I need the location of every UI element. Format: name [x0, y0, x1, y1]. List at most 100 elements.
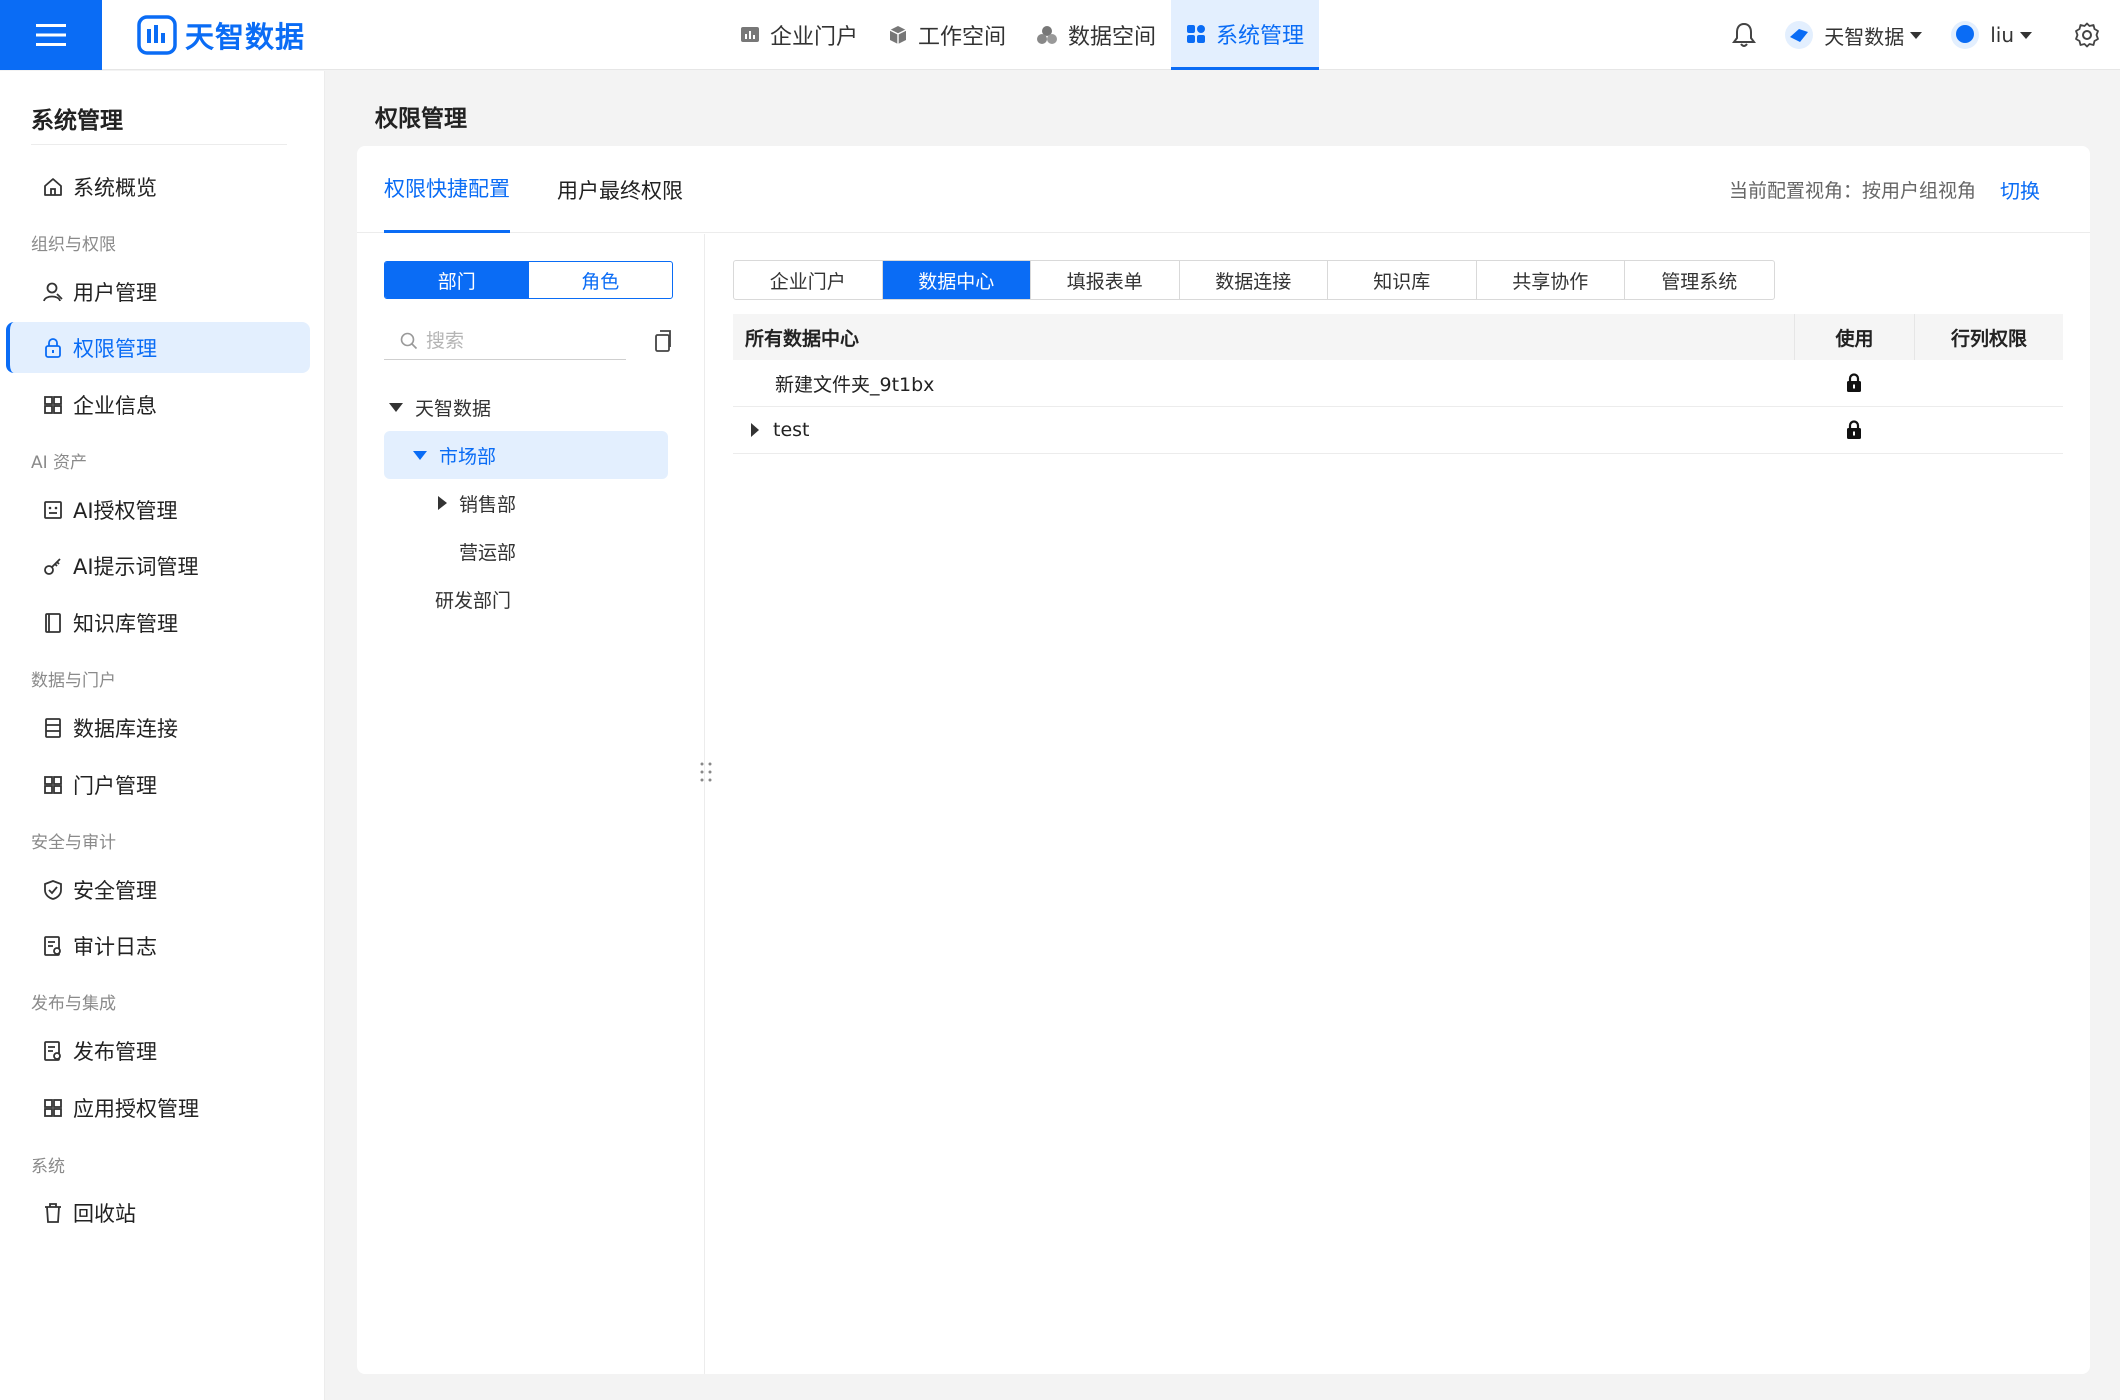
gear-icon[interactable]: [2074, 22, 2100, 48]
cluster-icon: [1037, 26, 1058, 44]
sidebar-divider: [31, 144, 287, 145]
caret-right-icon[interactable]: [751, 423, 759, 437]
sidebar-item-db-connection[interactable]: 数据库连接: [6, 702, 310, 753]
user-menu[interactable]: liu: [1950, 20, 2032, 50]
use-cell[interactable]: [1794, 360, 1914, 406]
nav-enterprise-portal[interactable]: 企业门户: [725, 0, 873, 70]
org-switcher[interactable]: 天智数据: [1784, 20, 1923, 50]
tab-user-final-permissions[interactable]: 用户最终权限: [557, 146, 683, 233]
table-row[interactable]: test: [733, 407, 2063, 454]
nav-label: 工作空间: [918, 25, 1007, 50]
lock-icon: [1847, 420, 1861, 439]
table-row[interactable]: 新建文件夹_9t1bx: [733, 360, 2063, 407]
tree-node-rd[interactable]: 研发部门: [384, 575, 668, 623]
sidebar-item-users[interactable]: 用户管理: [6, 266, 310, 317]
org-avatar-icon: [1785, 21, 1814, 49]
tree-node-label: 天智数据: [415, 397, 492, 420]
tree-node-market[interactable]: 市场部: [384, 431, 668, 479]
sidebar-item-overview[interactable]: 系统概览: [6, 161, 310, 212]
trash-icon: [45, 1202, 61, 1223]
tree-node-label: 销售部: [459, 493, 517, 516]
nav-label: 数据空间: [1068, 25, 1157, 50]
type-tab-portal[interactable]: 企业门户: [734, 261, 883, 299]
sidebar-item-label: 用户管理: [73, 280, 157, 305]
home-icon: [44, 177, 62, 196]
sidebar-item-permissions[interactable]: 权限管理: [6, 322, 310, 373]
sidebar-item-ai-prompts[interactable]: AI提示词管理: [6, 540, 310, 591]
type-tab-collaboration[interactable]: 共享协作: [1477, 261, 1625, 299]
book-icon: [45, 612, 61, 633]
sidebar-item-label: 安全管理: [73, 878, 157, 903]
nav-data-space[interactable]: 数据空间: [1021, 0, 1171, 70]
caret-down-icon: [413, 450, 427, 460]
lock-icon: [45, 337, 61, 358]
sidebar-item-portal[interactable]: 门户管理: [6, 759, 310, 810]
row-name: test: [773, 419, 810, 441]
sidebar-group-label: AI 资产: [31, 453, 88, 473]
tree-node-sales[interactable]: 销售部: [384, 479, 668, 527]
use-cell[interactable]: [1794, 407, 1914, 453]
resource-type-tabs: 企业门户 数据中心 填报表单 数据连接 知识库 共享协作 管理系统: [733, 260, 1775, 300]
permission-card: 权限快捷配置 用户最终权限 当前配置视角：按用户组视角 切换 部门 角色 天智数…: [357, 146, 2090, 1374]
type-tab-forms[interactable]: 填报表单: [1031, 261, 1180, 299]
nav-workspace[interactable]: 工作空间: [873, 0, 1021, 70]
chevron-down-icon: [2020, 31, 2032, 39]
org-name: 天智数据: [1824, 24, 1905, 49]
tree-node-label: 研发部门: [435, 589, 512, 612]
bell-icon[interactable]: [1732, 22, 1757, 48]
main-nav: 企业门户 工作空间 数据空间 系统管理: [725, 0, 1320, 70]
org-tree-panel: 部门 角色 天智数据 市场部 销售部 营运部 研发部门: [357, 234, 705, 1374]
column-header-use: 使用: [1794, 314, 1914, 360]
logo-icon: [137, 15, 177, 55]
tree-node-label: 市场部: [439, 445, 497, 468]
sidebar: 系统管理 系统概览 组织与权限 用户管理 权限管理 企业信息 AI 资产 AI授…: [0, 71, 325, 1400]
tab-quick-config[interactable]: 权限快捷配置: [384, 146, 510, 233]
sidebar-item-label: 回收站: [73, 1201, 136, 1226]
app-logo[interactable]: 天智数据: [137, 14, 305, 56]
sidebar-item-knowledge-base[interactable]: 知识库管理: [6, 597, 310, 648]
sidebar-item-label: 发布管理: [73, 1039, 157, 1064]
sidebar-item-recycle-bin[interactable]: 回收站: [6, 1187, 310, 1238]
tree-node-ops[interactable]: 营运部: [384, 527, 668, 575]
copy-icon[interactable]: [650, 329, 674, 353]
key-icon: [44, 557, 61, 575]
row-name-cell: test: [733, 419, 1794, 441]
sidebar-item-release[interactable]: 发布管理: [6, 1025, 310, 1076]
tree-node-root[interactable]: 天智数据: [384, 383, 668, 431]
nav-system-management[interactable]: 系统管理: [1171, 0, 1320, 70]
row-col-cell[interactable]: [1914, 360, 2063, 406]
tree-node-label: 营运部: [459, 541, 517, 564]
release-icon: [44, 1040, 61, 1061]
shield-icon: [44, 879, 62, 900]
hamburger-icon: [36, 24, 66, 46]
menu-toggle-button[interactable]: [0, 0, 102, 70]
segment-role[interactable]: 角色: [529, 262, 673, 298]
view-label: 当前配置视角：按用户组视角: [1728, 180, 1976, 202]
type-tab-admin-system[interactable]: 管理系统: [1625, 261, 1774, 299]
dept-role-toggle: 部门 角色: [384, 261, 673, 299]
card-tabs: 权限快捷配置 用户最终权限 当前配置视角：按用户组视角 切换: [357, 146, 2090, 233]
segment-department[interactable]: 部门: [385, 262, 529, 298]
type-tab-data-center[interactable]: 数据中心: [882, 261, 1031, 299]
sidebar-item-label: 权限管理: [73, 336, 157, 361]
row-col-cell[interactable]: [1914, 407, 2063, 453]
sidebar-group-label: 发布与集成: [31, 994, 116, 1014]
switch-view-link[interactable]: 切换: [2000, 175, 2040, 204]
sidebar-item-ai-auth[interactable]: AI授权管理: [6, 484, 310, 535]
type-tab-data-connection[interactable]: 数据连接: [1180, 261, 1328, 299]
sidebar-item-audit-log[interactable]: 审计日志: [6, 920, 310, 971]
drag-handle-icon[interactable]: [698, 760, 714, 784]
search-input[interactable]: [426, 329, 616, 352]
type-tab-knowledge-base[interactable]: 知识库: [1328, 261, 1477, 299]
header-actions: 天智数据 liu: [1732, 0, 2100, 70]
sidebar-title: 系统管理: [31, 108, 123, 134]
sidebar-item-label: 企业信息: [73, 393, 157, 418]
sidebar-item-app-auth[interactable]: 应用授权管理: [6, 1082, 310, 1133]
audit-icon: [44, 935, 61, 956]
sidebar-item-enterprise[interactable]: 企业信息: [6, 379, 310, 430]
logo-text: 天智数据: [185, 20, 306, 54]
chevron-down-icon: [1910, 31, 1923, 39]
nav-label: 企业门户: [770, 25, 859, 50]
grid-icon: [44, 395, 62, 414]
sidebar-item-security[interactable]: 安全管理: [6, 864, 310, 915]
